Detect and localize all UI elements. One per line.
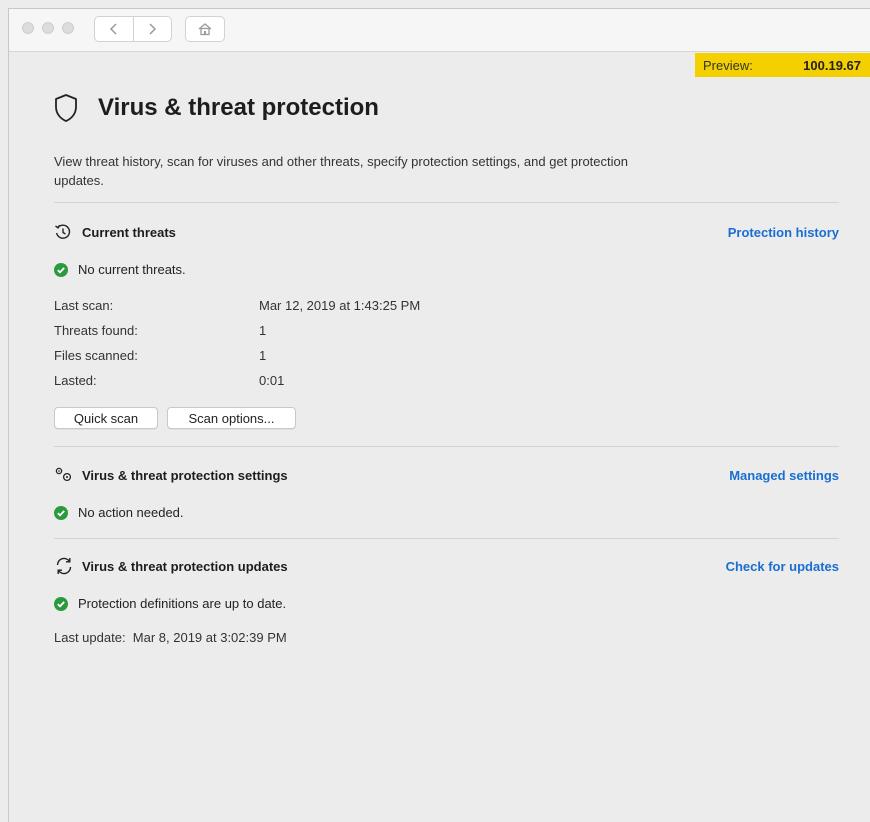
history-icon [55, 224, 71, 239]
detail-label: Files scanned: [54, 348, 138, 363]
divider [54, 446, 839, 447]
settings-title: Virus & threat protection settings [82, 467, 288, 483]
check-circle-icon [54, 262, 68, 277]
current-threats-status-text: No current threats. [78, 262, 186, 277]
app-window: Preview: 100.19.67 Virus & threat protec… [8, 8, 870, 822]
shield-icon [55, 94, 77, 122]
detail-row: Lasted: 0:01 [54, 373, 284, 388]
check-for-updates-link[interactable]: Check for updates [726, 559, 839, 574]
page-description: View threat history, scan for viruses an… [54, 154, 628, 188]
scan-options-button[interactable]: Scan options... [167, 407, 296, 429]
settings-status-text: No action needed. [78, 505, 184, 520]
preview-version: 100.19.67 [803, 57, 861, 73]
home-button[interactable] [185, 16, 225, 42]
current-threats-title: Current threats [82, 224, 176, 240]
protection-history-link[interactable]: Protection history [728, 225, 839, 240]
divider [54, 202, 839, 203]
refresh-icon [56, 557, 72, 575]
back-button[interactable] [95, 17, 134, 41]
detail-label: Lasted: [54, 373, 97, 388]
title-bar [9, 9, 870, 52]
check-circle-icon [54, 596, 68, 611]
page-header: Virus & threat protection [54, 93, 379, 123]
updates-header: Virus & threat protection updates [54, 557, 288, 575]
forward-button[interactable] [134, 17, 172, 41]
page-title: Virus & threat protection [98, 94, 379, 121]
detail-value: 1 [259, 323, 267, 338]
updates-title: Virus & threat protection updates [82, 558, 288, 574]
check-circle-icon [54, 505, 68, 520]
updates-status: Protection definitions are up to date. [54, 596, 286, 611]
zoom-window-button[interactable] [62, 22, 74, 34]
managed-settings-link[interactable]: Managed settings [729, 468, 839, 483]
back-icon [109, 23, 117, 35]
detail-row: Last scan: Mar 12, 2019 at 1:43:25 PM [54, 298, 420, 313]
gears-icon [55, 467, 72, 482]
detail-row: Threats found: 1 [54, 323, 266, 338]
current-threats-status: No current threats. [54, 262, 186, 277]
settings-header: Virus & threat protection settings [54, 466, 288, 484]
detail-label: Last scan: [54, 298, 114, 313]
divider [54, 538, 839, 539]
detail-row: Files scanned: 1 [54, 348, 266, 363]
detail-value: 1 [259, 348, 267, 363]
updates-status-text: Protection definitions are up to date. [78, 596, 287, 611]
detail-value: 0:01 [259, 373, 285, 388]
close-window-button[interactable] [22, 22, 34, 34]
settings-status: No action needed. [54, 505, 184, 520]
forward-icon [149, 23, 157, 35]
home-icon [198, 23, 212, 36]
detail-value: Mar 12, 2019 at 1:43:25 PM [259, 298, 421, 313]
minimize-window-button[interactable] [42, 22, 54, 34]
preview-banner: Preview: 100.19.67 [695, 53, 870, 77]
preview-label: Preview: [703, 57, 753, 73]
detail-label: Threats found: [54, 323, 138, 338]
nav-buttons [94, 16, 172, 42]
current-threats-header: Current threats [54, 223, 176, 241]
quick-scan-button[interactable]: Quick scan [54, 407, 158, 429]
last-update-text: Last update: Mar 8, 2019 at 3:02:39 PM [54, 630, 287, 645]
